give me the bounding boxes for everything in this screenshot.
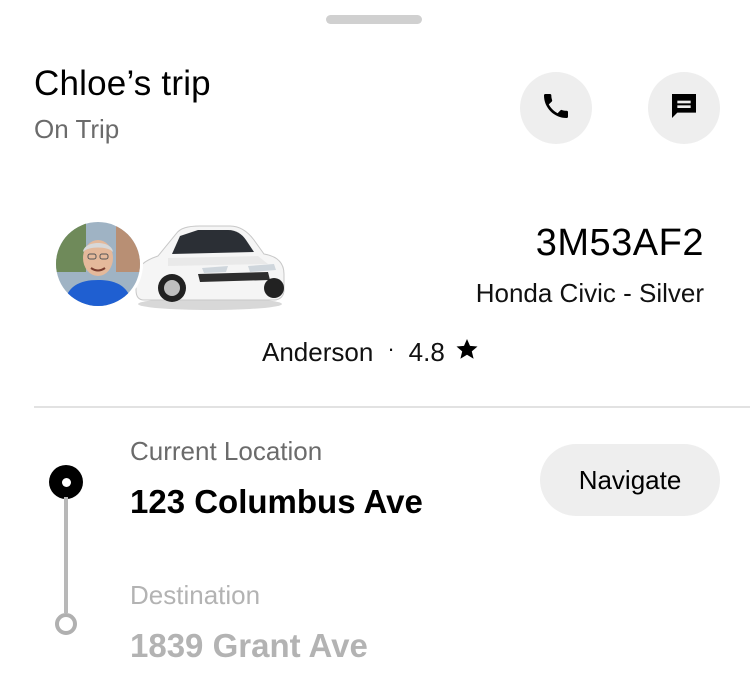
navigate-button[interactable]: Navigate [540, 444, 720, 516]
call-button[interactable] [520, 72, 592, 144]
license-plate: 3M53AF2 [535, 222, 704, 264]
sheet-drag-handle[interactable] [326, 15, 422, 24]
driver-name: Anderson [262, 337, 374, 367]
chat-icon [668, 90, 700, 127]
destination-address: 1839 Grant Ave [130, 627, 368, 664]
current-location-label: Current Location [130, 436, 323, 466]
trip-status: On Trip [34, 114, 120, 144]
driver-info: Anderson · 4.8 [262, 335, 479, 368]
destination-marker-icon [55, 613, 77, 635]
driver-avatar [53, 219, 143, 309]
current-location-address: 123 Columbus Ave [130, 483, 423, 520]
route-connector-line [64, 497, 68, 613]
star-icon [455, 337, 479, 368]
destination-label: Destination [130, 580, 261, 610]
separator-dot: · [387, 335, 395, 361]
vehicle-description: Honda Civic - Silver [475, 278, 704, 308]
driver-rating: 4.8 [408, 337, 445, 367]
current-location-marker-icon [49, 465, 83, 499]
car-image [128, 218, 288, 312]
section-divider [34, 406, 750, 408]
phone-icon [540, 90, 572, 127]
trip-title: Chloe’s trip [34, 64, 211, 103]
message-button[interactable] [648, 72, 720, 144]
